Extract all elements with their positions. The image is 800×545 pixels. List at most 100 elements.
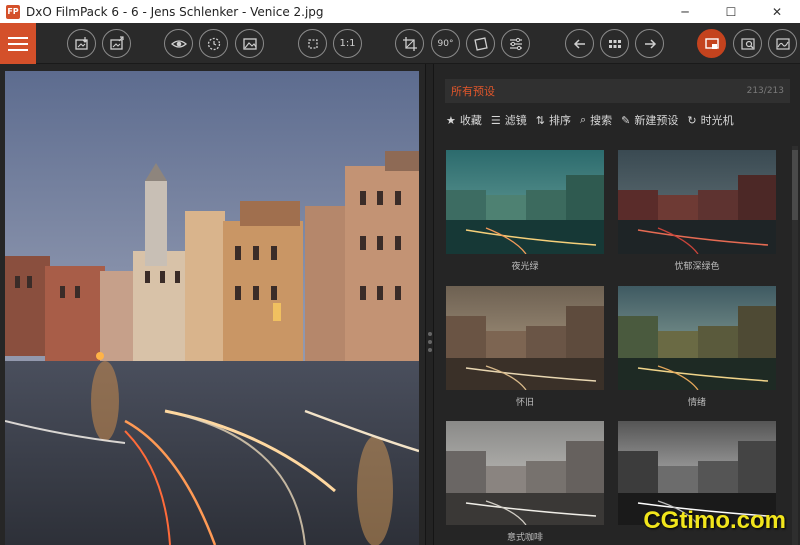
zoom-fit-button[interactable] [298, 29, 327, 58]
next-button[interactable] [635, 29, 664, 58]
preset-label: 夜光绿 [511, 262, 539, 272]
time-machine-button[interactable]: ↻ 时光机 [687, 112, 733, 128]
new-preset-icon: ✎ [621, 113, 631, 127]
new-preset-label: 新建预设 [634, 114, 679, 127]
loupe-button[interactable] [733, 29, 762, 58]
venice-canal-photo [5, 71, 419, 545]
import-image-icon [74, 36, 88, 50]
close-icon: ✕ [771, 4, 783, 19]
zoom-1to1-button[interactable]: 1:1 [333, 29, 362, 58]
hamburger-icon [8, 36, 28, 39]
preset-thumbnail[interactable]: 情绪 [618, 286, 776, 408]
preset-preview [446, 150, 604, 254]
compare-button[interactable] [199, 29, 228, 58]
gallery-button[interactable] [235, 29, 264, 58]
preset-scrollbar[interactable] [792, 146, 798, 545]
maximize-button[interactable]: ☐ [708, 0, 754, 23]
main-photo[interactable] [5, 71, 419, 545]
close-button[interactable]: ✕ [754, 0, 800, 23]
app-logo: FP [6, 4, 20, 19]
menu-button[interactable] [0, 23, 36, 64]
zoom-fit-icon [307, 38, 318, 49]
hamburger-line [8, 42, 28, 45]
crop-icon [402, 36, 417, 51]
preset-thumbnail[interactable]: 夜光绿 [446, 150, 604, 272]
preset-preview-image [446, 286, 604, 390]
histogram-button[interactable] [768, 29, 797, 58]
sort-label: 排序 [548, 114, 571, 127]
adjust-sliders-icon [509, 37, 522, 50]
sort-icon: ⇅ [535, 113, 545, 127]
new-preset-button[interactable]: ✎ 新建预设 [621, 112, 678, 128]
window-controls: ─ ☐ ✕ [662, 0, 800, 23]
maximize-icon: ☐ [725, 4, 737, 19]
handle-dot [428, 332, 432, 336]
rotate-button[interactable]: 90° [431, 29, 460, 58]
list-icon: ☰ [490, 113, 501, 127]
preset-count: 213/213 [746, 86, 784, 96]
zoom-1to1-icon: 1:1 [339, 38, 356, 49]
next-icon [644, 38, 656, 49]
adjust-button[interactable] [501, 29, 530, 58]
filter-toolbar: ★ 收藏 ☰ 滤镜 ⇅ 排序 ⌕ 搜索 ✎ 新建预设 ↻ 时光机 [446, 111, 734, 129]
histogram-icon [775, 37, 790, 50]
time-machine-label: 时光机 [700, 114, 734, 127]
time-machine-icon: ↻ [687, 113, 697, 127]
previous-icon [573, 38, 585, 49]
grid-view-button[interactable] [600, 29, 629, 58]
grid-view-icon [608, 39, 621, 48]
presets-panel: 所有预设 213/213 ★ 收藏 ☰ 滤镜 ⇅ 排序 ⌕ 搜索 ✎ 新建预设 [434, 64, 800, 545]
preset-preview-image [446, 150, 604, 254]
star-icon: ★ [446, 113, 456, 127]
scrollbar-thumb[interactable] [792, 150, 798, 220]
straighten-button[interactable] [466, 29, 495, 58]
preset-thumbnail[interactable]: 忧郁深绿色 [618, 150, 776, 272]
export-image-icon [109, 35, 124, 50]
crop-button[interactable] [395, 29, 424, 58]
search-button[interactable]: ⌕ 搜索 [580, 112, 612, 128]
search-icon: ⌕ [579, 113, 587, 126]
panel-resize-handle[interactable] [425, 64, 434, 545]
rotate-icon: 90° [437, 38, 454, 49]
minimize-button[interactable]: ─ [662, 0, 708, 23]
handle-dot [428, 340, 432, 344]
preset-preview [446, 286, 604, 390]
favorites-filter[interactable]: ★ 收藏 [446, 112, 482, 128]
window-title: DxO FilmPack 6 - 6 - Jens Schlenker - Ve… [26, 4, 324, 19]
preset-preview [446, 421, 604, 525]
search-label: 搜索 [590, 114, 613, 127]
filters-label: 滤镜 [504, 114, 527, 127]
presets-panel-icon [704, 37, 719, 49]
filters-filter[interactable]: ☰ 滤镜 [491, 112, 527, 128]
panel-title: 所有预设 [451, 85, 495, 98]
preview-button[interactable] [164, 29, 193, 58]
preset-preview-image [446, 421, 604, 525]
watermark-text: CGtimo.com [643, 507, 786, 534]
gallery-icon [242, 37, 257, 50]
app-window: FP DxO FilmPack 6 - 6 - Jens Schlenker -… [0, 0, 800, 545]
export-image-button[interactable] [102, 29, 131, 58]
preset-label: 情绪 [687, 398, 706, 408]
preset-label: 忧郁深绿色 [674, 262, 720, 272]
straighten-icon [473, 36, 488, 51]
preview-eye-icon [170, 39, 187, 48]
minimize-icon: ─ [681, 4, 689, 19]
preset-preview-image [618, 150, 776, 254]
favorites-label: 收藏 [459, 114, 482, 127]
preset-label: 怀旧 [515, 398, 534, 408]
preset-thumbnail[interactable]: 怀旧 [446, 286, 604, 408]
toolbar: 1:1 90° [0, 23, 800, 64]
loupe-icon [740, 37, 755, 50]
preset-preview [618, 286, 776, 390]
preset-thumbnail[interactable]: 意式咖啡 [446, 421, 604, 543]
previous-button[interactable] [565, 29, 594, 58]
photo-viewer[interactable] [0, 64, 425, 545]
compare-icon [207, 37, 220, 50]
presets-panel-button[interactable] [697, 29, 726, 58]
import-image-button[interactable] [67, 29, 96, 58]
hamburger-line [8, 48, 28, 51]
sort-button[interactable]: ⇅ 排序 [536, 112, 571, 128]
preset-preview-image [618, 286, 776, 390]
panel-header[interactable]: 所有预设 213/213 [445, 79, 790, 103]
title-bar: FP DxO FilmPack 6 - 6 - Jens Schlenker -… [0, 0, 800, 23]
